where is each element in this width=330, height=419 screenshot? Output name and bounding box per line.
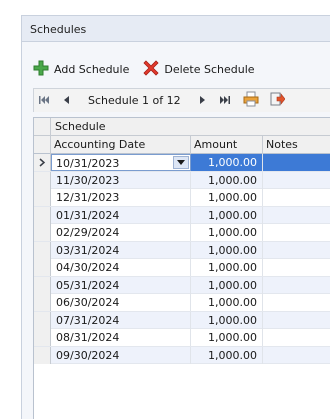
notes-cell[interactable] [263, 207, 330, 224]
next-record-icon [200, 94, 206, 107]
accounting-date-value: 10/31/2023 [56, 157, 120, 170]
export-button[interactable] [267, 91, 287, 111]
first-record-icon [39, 94, 49, 107]
row-indicator[interactable] [34, 259, 51, 276]
column-header-notes[interactable]: Notes [263, 136, 330, 154]
table-row[interactable]: 01/31/2024 1,000.00 [34, 206, 330, 224]
amount-cell[interactable]: 1,000.00 [191, 224, 263, 241]
notes-cell[interactable] [263, 172, 330, 189]
schedules-panel: Schedules Add Schedule Delete Schedule S… [0, 0, 330, 419]
row-indicator-header [34, 136, 51, 154]
accounting-date-cell[interactable]: 11/30/2023 [51, 171, 191, 189]
row-indicator[interactable] [34, 311, 51, 329]
accounting-date-cell[interactable]: 06/30/2024 [51, 294, 191, 311]
amount-cell[interactable]: 1,000.00 [191, 241, 263, 259]
export-icon [269, 91, 286, 110]
record-position-text: Schedule 1 of 12 [88, 94, 181, 107]
accounting-date-cell[interactable]: 02/29/2024 [51, 224, 191, 241]
grid-header-row: Accounting Date Amount Notes [34, 136, 330, 154]
notes-cell[interactable] [263, 189, 330, 206]
add-schedule-label: Add Schedule [54, 62, 130, 76]
amount-cell[interactable]: 1,000.00 [191, 154, 263, 171]
notes-cell[interactable] [263, 154, 330, 171]
notes-cell[interactable] [263, 259, 330, 276]
row-indicator[interactable] [34, 189, 51, 206]
table-row[interactable]: 05/31/2024 1,000.00 [34, 276, 330, 294]
amount-cell[interactable]: 1,000.00 [191, 171, 263, 189]
schedule-toolbar: Add Schedule Delete Schedule [33, 58, 330, 80]
chevron-down-icon [177, 160, 185, 165]
amount-cell[interactable]: 1,000.00 [191, 189, 263, 206]
accounting-date-editor[interactable]: 10/31/2023 [51, 154, 191, 171]
amount-cell[interactable]: 1,000.00 [191, 346, 263, 364]
grid-rows: 10/31/2023 1,000.00 11/30/2023 1,000.00 12/3… [34, 154, 330, 364]
amount-cell[interactable]: 1,000.00 [191, 329, 263, 346]
table-row[interactable]: 11/30/2023 1,000.00 [34, 171, 330, 189]
table-row[interactable]: 07/31/2024 1,000.00 [34, 311, 330, 329]
notes-cell[interactable] [263, 312, 330, 329]
accounting-date-cell[interactable]: 03/31/2024 [51, 241, 191, 259]
notes-cell[interactable] [263, 329, 330, 346]
amount-cell[interactable]: 1,000.00 [191, 311, 263, 329]
notes-cell[interactable] [263, 224, 330, 241]
row-indicator[interactable] [34, 154, 51, 171]
red-x-icon [143, 59, 159, 79]
current-row-arrow-icon [34, 158, 50, 171]
date-dropdown-button[interactable] [173, 156, 189, 169]
amount-cell[interactable]: 1,000.00 [191, 276, 263, 294]
next-record-button[interactable] [193, 91, 213, 111]
green-plus-icon [33, 60, 49, 79]
last-record-button[interactable] [215, 91, 235, 111]
table-row[interactable]: 08/31/2024 1,000.00 [34, 329, 330, 347]
print-button[interactable] [241, 91, 261, 111]
add-schedule-button[interactable]: Add Schedule [33, 60, 129, 79]
table-row[interactable]: 02/29/2024 1,000.00 [34, 224, 330, 242]
row-indicator[interactable] [34, 329, 51, 346]
notes-cell[interactable] [263, 347, 330, 364]
column-header-amount[interactable]: Amount [191, 136, 263, 154]
accounting-date-cell[interactable]: 08/31/2024 [51, 329, 191, 346]
table-row[interactable]: 06/30/2024 1,000.00 [34, 294, 330, 312]
last-record-icon [219, 94, 230, 107]
amount-cell[interactable]: 1,000.00 [191, 259, 263, 276]
print-icon [243, 91, 259, 110]
row-indicator[interactable] [34, 224, 51, 241]
table-row[interactable]: 12/31/2023 1,000.00 [34, 189, 330, 207]
notes-cell[interactable] [263, 242, 330, 259]
row-indicator[interactable] [34, 171, 51, 189]
first-record-button[interactable] [34, 91, 54, 111]
notes-cell[interactable] [263, 277, 330, 294]
table-row[interactable]: 04/30/2024 1,000.00 [34, 259, 330, 277]
row-indicator[interactable] [34, 241, 51, 259]
row-indicator[interactable] [34, 276, 51, 294]
grid-caption-bar: Schedule [34, 118, 330, 136]
record-navigator: Schedule 1 of 12 [33, 88, 330, 112]
grid-caption: Schedule [55, 120, 106, 133]
notes-cell[interactable] [263, 294, 330, 311]
accounting-date-cell[interactable]: 05/31/2024 [51, 276, 191, 294]
accounting-date-cell[interactable]: 09/30/2024 [51, 346, 191, 364]
row-indicator[interactable] [34, 294, 51, 311]
table-row[interactable]: 09/30/2024 1,000.00 [34, 346, 330, 364]
prev-record-button[interactable] [56, 91, 76, 111]
amount-cell[interactable]: 1,000.00 [191, 294, 263, 311]
panel-title: Schedules [21, 15, 330, 42]
delete-schedule-button[interactable]: Delete Schedule [143, 59, 255, 79]
row-indicator[interactable] [34, 206, 51, 224]
accounting-date-cell[interactable]: 01/31/2024 [51, 206, 191, 224]
prev-record-icon [63, 94, 69, 107]
accounting-date-cell[interactable]: 07/31/2024 [51, 311, 191, 329]
table-row[interactable]: 10/31/2023 1,000.00 [34, 154, 330, 172]
accounting-date-cell[interactable]: 12/31/2023 [51, 189, 191, 206]
accounting-date-cell[interactable]: 04/30/2024 [51, 259, 191, 276]
column-header-accounting-date[interactable]: Accounting Date [51, 136, 191, 154]
amount-cell[interactable]: 1,000.00 [191, 206, 263, 224]
row-indicator[interactable] [34, 346, 51, 364]
delete-schedule-label: Delete Schedule [164, 62, 255, 76]
schedule-grid: Schedule Accounting Date Amount Notes 10… [33, 117, 330, 419]
table-row[interactable]: 03/31/2024 1,000.00 [34, 241, 330, 259]
